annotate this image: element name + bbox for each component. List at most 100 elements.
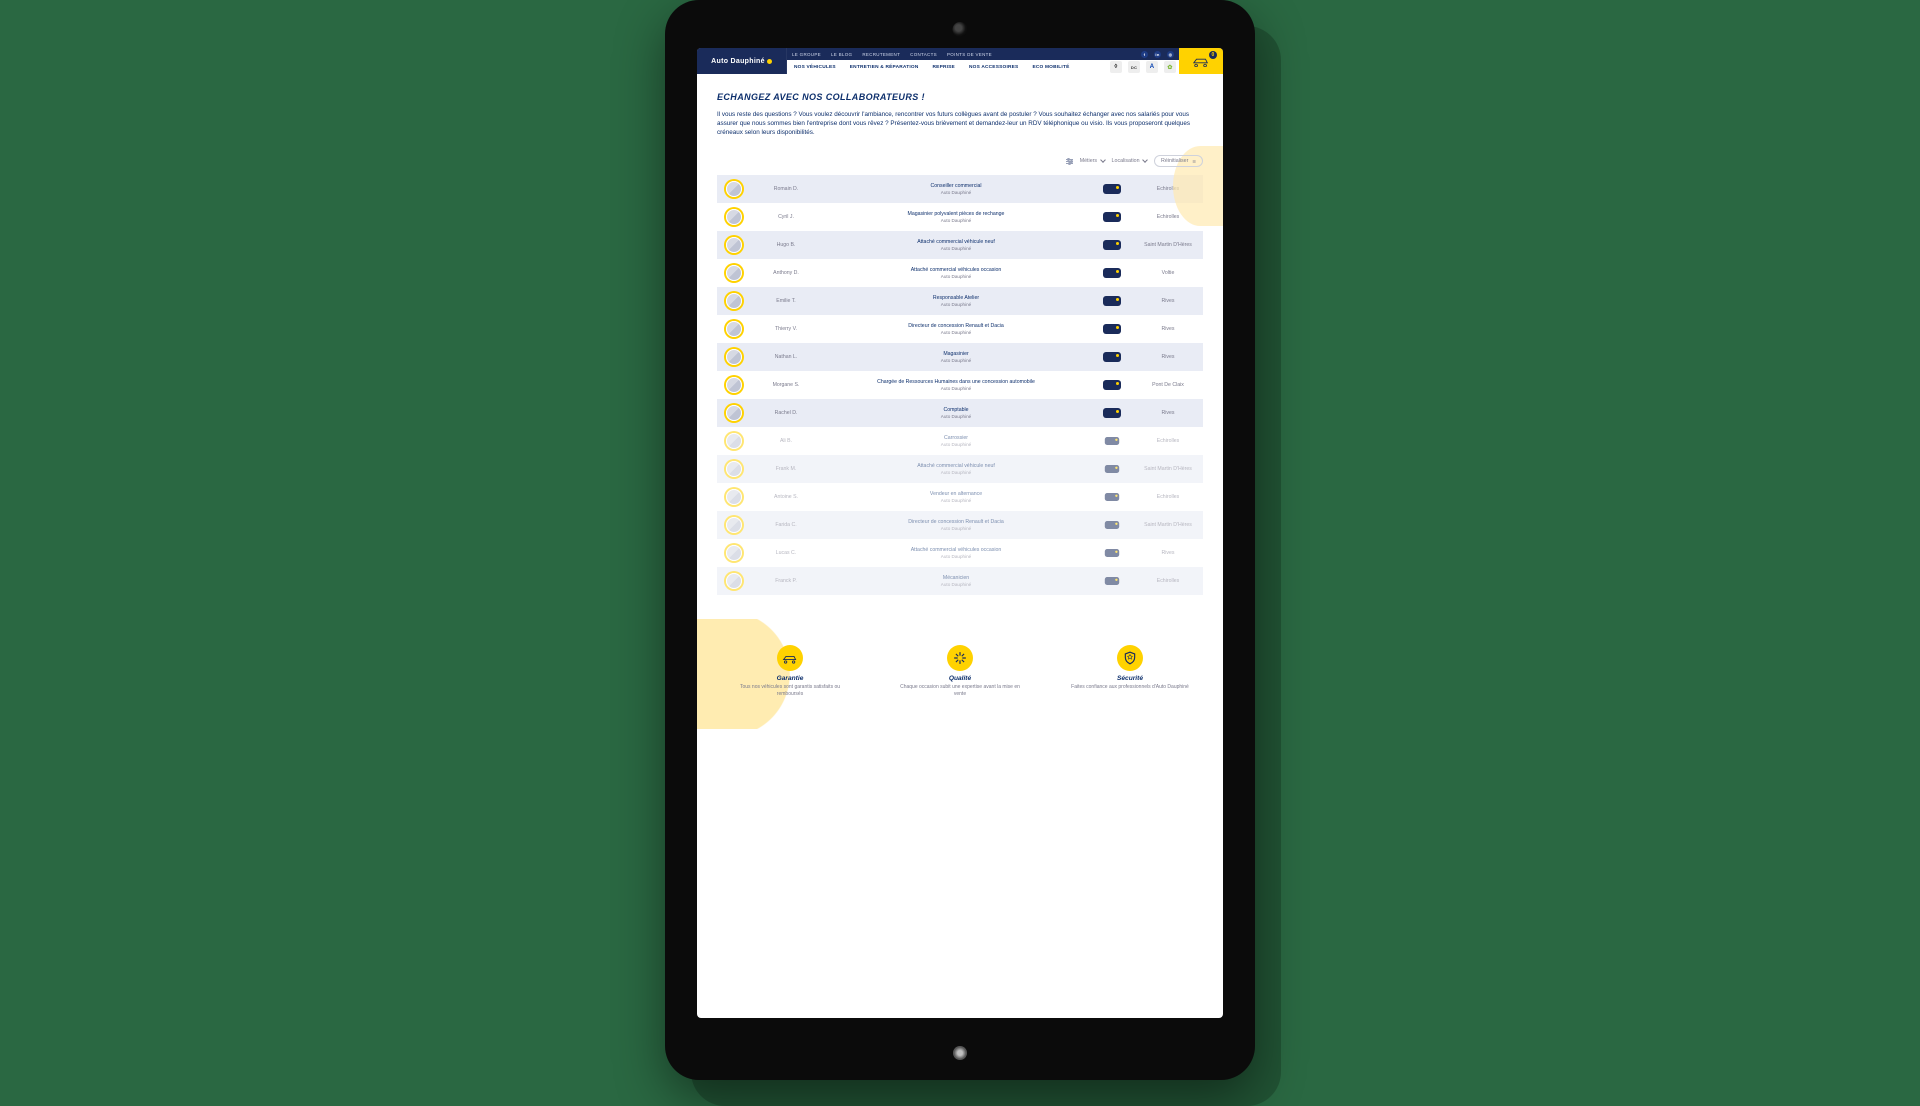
collab-role: CarrossierAuto Dauphiné	[821, 435, 1091, 447]
collab-name: Ali B.	[751, 438, 821, 444]
reset-lines-icon: ☰	[1192, 159, 1196, 164]
table-row[interactable]: Lucas C.Attaché commercial véhicules occ…	[717, 539, 1203, 567]
collab-company: Auto Dauphiné	[821, 498, 1091, 503]
filter-metiers-label: Métiers	[1080, 158, 1097, 164]
dacia-icon[interactable]: DC	[1128, 61, 1140, 73]
avatar	[726, 181, 742, 197]
benefit-item: SécuritéFaites confiance aux professionn…	[1070, 645, 1190, 743]
collaborator-table: Romain D.Conseiller commercialAuto Dauph…	[717, 175, 1203, 595]
collab-company: Auto Dauphiné	[821, 274, 1091, 279]
topnav-link-contacts[interactable]: CONTACTS	[905, 52, 942, 57]
company-logo-cell	[1091, 296, 1133, 306]
filter-localisation-label: Localisation	[1112, 158, 1140, 164]
collab-company: Auto Dauphiné	[821, 330, 1091, 335]
spark-icon	[947, 645, 973, 671]
table-row[interactable]: Cyril J.Magasinier polyvalent pièces de …	[717, 203, 1203, 231]
topnav-link-recrut[interactable]: RECRUTEMENT	[857, 52, 905, 57]
table-row[interactable]: Franck P.MécanicienAuto DauphinéEchiroll…	[717, 567, 1203, 595]
main-nav-tradein[interactable]: REPRISE	[926, 65, 962, 70]
company-logo-cell	[1091, 380, 1133, 390]
linkedin-icon[interactable]: in	[1154, 51, 1161, 58]
renault-icon[interactable]: ◊	[1110, 61, 1122, 73]
page-content: ECHANGEZ AVEC NOS COLLABORATEURS ! Il vo…	[697, 74, 1223, 743]
company-logo-cell	[1091, 212, 1133, 222]
collab-location: Rives	[1133, 326, 1203, 332]
table-row[interactable]: Antoine S.Vendeur en alternanceAuto Daup…	[717, 483, 1203, 511]
collab-company: Auto Dauphiné	[821, 190, 1091, 195]
collab-location: Saint Martin D'Hères	[1133, 522, 1203, 528]
avatar	[726, 265, 742, 281]
chevron-down-icon	[1100, 158, 1106, 164]
sort-icon[interactable]	[1066, 159, 1073, 164]
filter-reset-button[interactable]: Réinitialiser ☰	[1154, 155, 1203, 167]
car-icon	[777, 645, 803, 671]
shield-icon	[1117, 645, 1143, 671]
filter-bar: Métiers Localisation Réinitialiser ☰	[717, 155, 1203, 167]
company-logo-cell	[1091, 352, 1133, 362]
avatar	[726, 377, 742, 393]
table-row[interactable]: Nathan L.MagasinierAuto DauphinéRives	[717, 343, 1203, 371]
company-mini-logo-icon	[1105, 465, 1119, 473]
table-row[interactable]: Hugo B.Attaché commercial véhicule neufA…	[717, 231, 1203, 259]
avatar	[726, 321, 742, 337]
top-nav: Auto Dauphiné LE GROUPE LE BLOG RECRUTEM…	[697, 48, 1223, 60]
alpine-icon[interactable]: A	[1146, 61, 1158, 73]
brand-logo[interactable]: Auto Dauphiné	[697, 48, 787, 74]
collab-location: Saint Martin D'Hères	[1133, 466, 1203, 472]
avatar	[726, 545, 742, 561]
main-nav-ecomobility[interactable]: ECO MOBILITÉ	[1025, 65, 1076, 70]
tablet-home-button[interactable]	[953, 1046, 967, 1060]
chevron-down-icon	[1142, 158, 1148, 164]
collab-name: Franck P.	[751, 578, 821, 584]
collab-role: Attaché commercial véhicule neufAuto Dau…	[821, 463, 1091, 475]
collab-company: Auto Dauphiné	[821, 442, 1091, 447]
collab-company: Auto Dauphiné	[821, 414, 1091, 419]
main-nav-vehicles[interactable]: NOS VÉHICULES	[787, 65, 843, 70]
brand-logo-text: Auto Dauphiné	[711, 58, 765, 65]
company-mini-logo-icon	[1103, 240, 1121, 250]
company-mini-logo-icon	[1103, 324, 1121, 334]
table-row[interactable]: Thierry V.Directeur de concession Renaul…	[717, 315, 1203, 343]
table-row[interactable]: Farida C.Directeur de concession Renault…	[717, 511, 1203, 539]
topnav-link-pdv[interactable]: POINTS DE VENTE	[942, 52, 997, 57]
table-row[interactable]: Ali B.CarrossierAuto DauphinéEchirolles	[717, 427, 1203, 455]
collab-name: Anthony D.	[751, 270, 821, 276]
table-row[interactable]: Rachel D.ComptableAuto DauphinéRives	[717, 399, 1203, 427]
table-row[interactable]: Emilie T.Responsable AtelierAuto Dauphin…	[717, 287, 1203, 315]
filter-localisation[interactable]: Localisation	[1112, 158, 1147, 164]
topnav-link-group[interactable]: LE GROUPE	[787, 52, 826, 57]
cart-count: 0	[1209, 51, 1217, 59]
collab-company: Auto Dauphiné	[821, 470, 1091, 475]
table-row[interactable]: Frank M.Attaché commercial véhicule neuf…	[717, 455, 1203, 483]
collab-role: Conseiller commercialAuto Dauphiné	[821, 183, 1091, 195]
filter-metiers[interactable]: Métiers	[1080, 158, 1105, 164]
table-row[interactable]: Romain D.Conseiller commercialAuto Dauph…	[717, 175, 1203, 203]
eco-icon[interactable]: ✿	[1164, 61, 1176, 73]
table-row[interactable]: Morgane S.Chargée de Ressources Humaines…	[717, 371, 1203, 399]
collab-company: Auto Dauphiné	[821, 218, 1091, 223]
benefit-desc: Chaque occasion subit une expertise avan…	[900, 684, 1020, 697]
collab-role: Attaché commercial véhicules occasionAut…	[821, 267, 1091, 279]
company-mini-logo-icon	[1103, 184, 1121, 194]
collab-company: Auto Dauphiné	[821, 386, 1091, 391]
collab-name: Emilie T.	[751, 298, 821, 304]
avatar	[726, 433, 742, 449]
main-nav-accessories[interactable]: NOS ACCESSOIRES	[962, 65, 1025, 70]
company-mini-logo-icon	[1105, 577, 1119, 585]
collab-company: Auto Dauphiné	[821, 246, 1091, 251]
topnav-link-blog[interactable]: LE BLOG	[826, 52, 857, 57]
avatar	[726, 349, 742, 365]
table-row[interactable]: Anthony D.Attaché commercial véhicules o…	[717, 259, 1203, 287]
instagram-icon[interactable]: ◎	[1167, 51, 1174, 58]
main-nav-maintenance[interactable]: ENTRETIEN & RÉPARATION	[843, 65, 926, 70]
collab-name: Hugo B.	[751, 242, 821, 248]
facebook-icon[interactable]: f	[1141, 51, 1148, 58]
cart-button[interactable]: 0	[1179, 48, 1223, 74]
filter-reset-label: Réinitialiser	[1161, 158, 1188, 164]
collab-role: Responsable AtelierAuto Dauphiné	[821, 295, 1091, 307]
company-logo-cell	[1091, 436, 1133, 446]
company-logo-cell	[1091, 408, 1133, 418]
collab-name: Nathan L.	[751, 354, 821, 360]
collab-name: Lucas C.	[751, 550, 821, 556]
collab-name: Romain D.	[751, 186, 821, 192]
